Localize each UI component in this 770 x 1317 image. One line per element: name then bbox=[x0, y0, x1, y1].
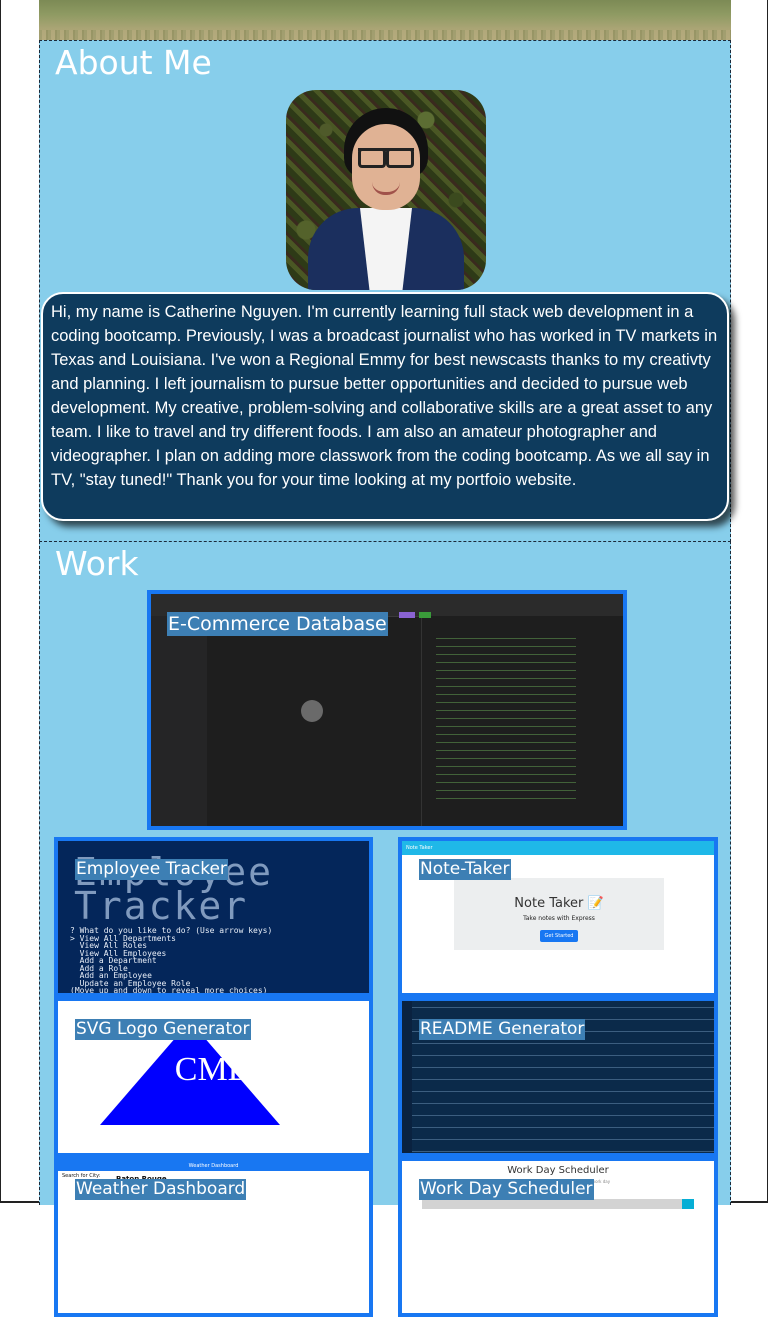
project-card-readme-generator[interactable]: README Generator bbox=[398, 997, 718, 1157]
work-title: Work bbox=[55, 544, 139, 583]
project-card-work-day-scheduler[interactable]: Work Day Scheduler A simple calendar app… bbox=[398, 1157, 718, 1317]
project-label: SVG Logo Generator bbox=[75, 1019, 251, 1040]
bio-text: Hi, my name is Catherine Nguyen. I'm cur… bbox=[41, 292, 729, 521]
header-banner-image bbox=[39, 0, 731, 40]
project-label: Work Day Scheduler bbox=[419, 1179, 594, 1200]
project-card-ecommerce-database[interactable]: E-Commerce Database bbox=[147, 590, 627, 830]
project-card-svg-logo-generator[interactable]: CMD SVG Logo Generator bbox=[54, 997, 373, 1157]
project-label: Employee Tracker bbox=[75, 859, 228, 880]
project-label: Note-Taker bbox=[419, 859, 511, 880]
about-title: About Me bbox=[55, 43, 212, 82]
about-section: About Me Hi, my name is Catherine Nguyen… bbox=[39, 40, 731, 542]
project-card-weather-dashboard[interactable]: Weather Dashboard Search for City: Baton… bbox=[54, 1157, 373, 1317]
work-section: Work E-Commerce Database Employee Tracke… bbox=[39, 541, 731, 1317]
bug-icon bbox=[301, 700, 323, 722]
project-label: README Generator bbox=[419, 1019, 586, 1040]
project-card-employee-tracker[interactable]: Employee Tracker ? What do you like to d… bbox=[54, 837, 373, 997]
project-label: Weather Dashboard bbox=[75, 1179, 247, 1200]
project-label: E-Commerce Database bbox=[167, 612, 388, 636]
project-card-note-taker[interactable]: Note Taker Note Taker 📝 Take notes with … bbox=[398, 837, 718, 997]
profile-photo bbox=[286, 90, 486, 290]
